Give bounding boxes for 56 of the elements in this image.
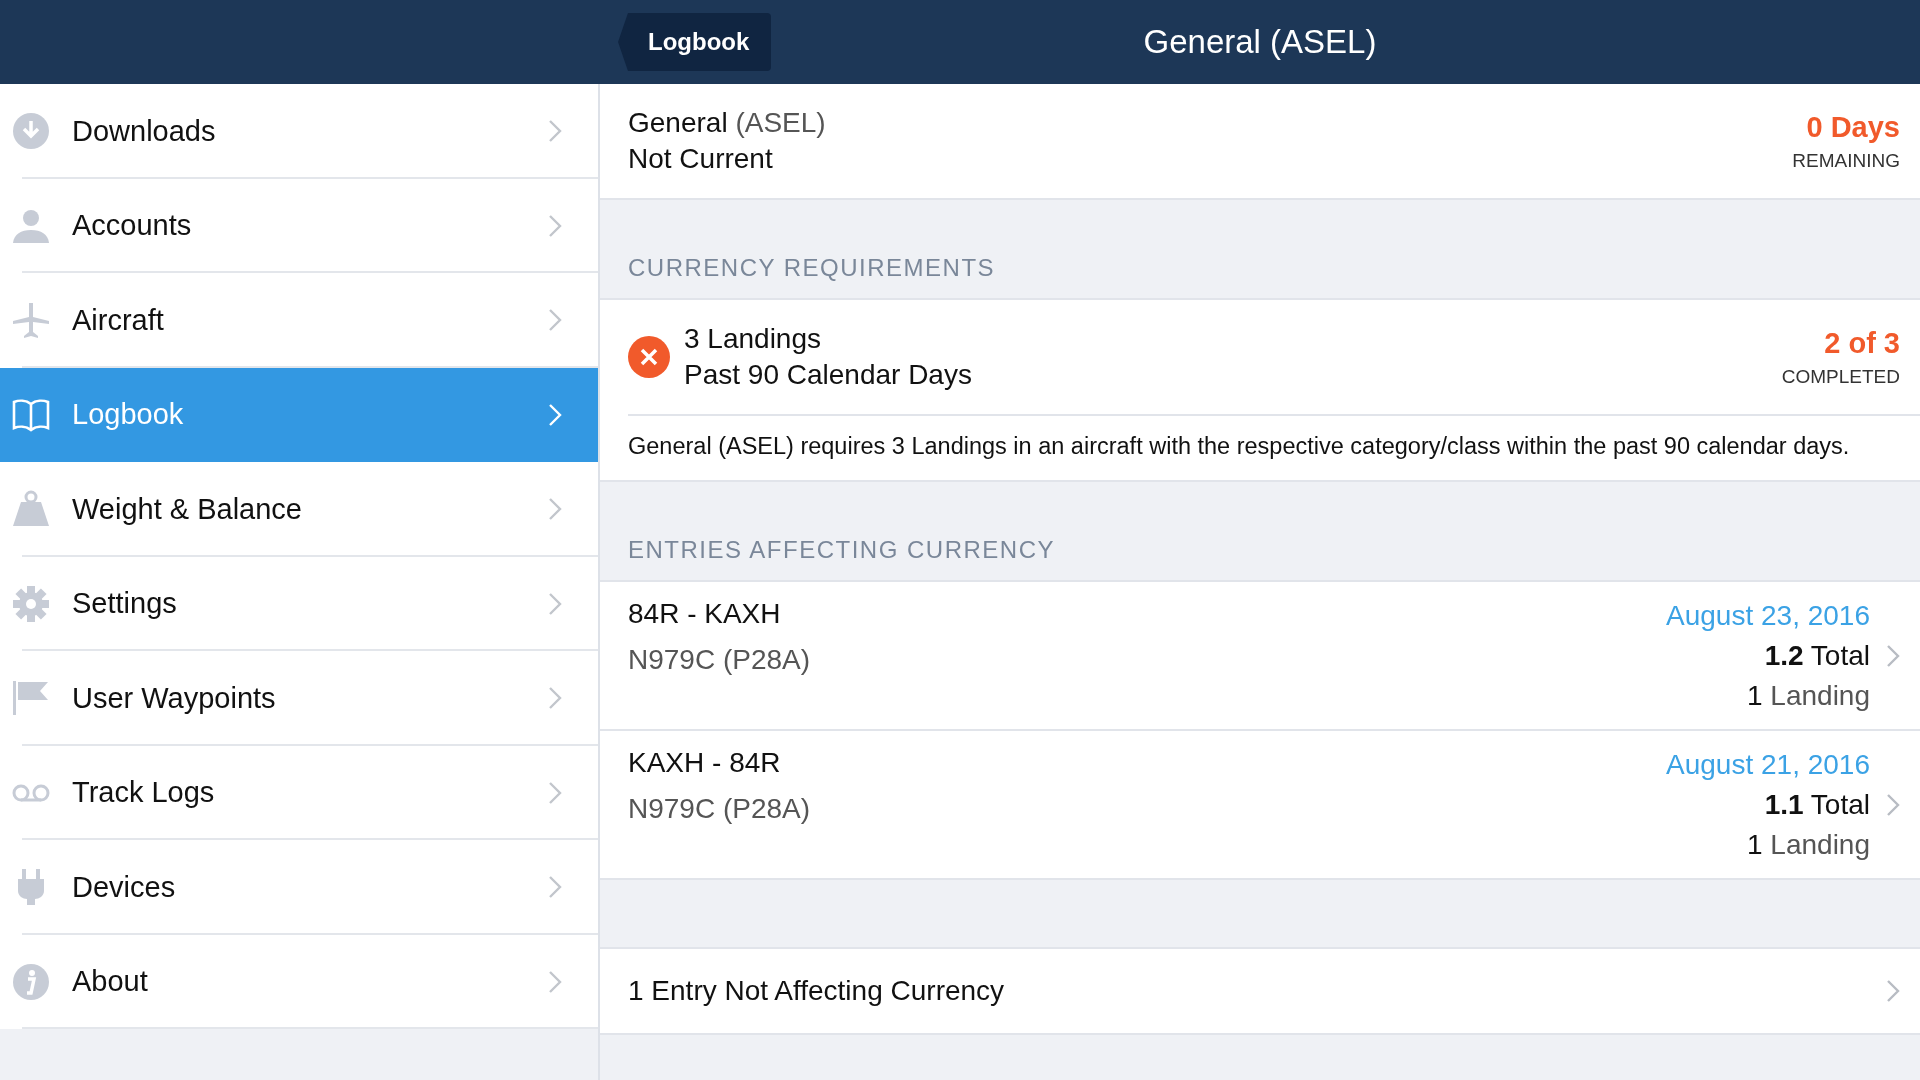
menu-item[interactable]: Accounts	[0, 178, 598, 273]
screen-title: General (ASEL)	[1143, 23, 1377, 61]
completed-label: COMPLETED	[1781, 365, 1900, 388]
chevron-icon	[548, 497, 562, 522]
section-header: ENTRIES AFFECTING CURRENCY	[627, 535, 1057, 565]
entries-row[interactable]: 1 Entry Not Affecting Currency	[600, 947, 1920, 1035]
remaining-label: REMAINING	[1792, 149, 1900, 172]
menu-item[interactable]: About	[0, 934, 598, 1029]
download-icon	[12, 112, 50, 151]
chevron-icon	[548, 875, 562, 900]
menu-item[interactable]: Downloads	[0, 84, 598, 179]
entry-route: KAXH - 84R	[628, 747, 782, 779]
logbook-entry[interactable]: KAXH - 84R N979C (P28A) August 21, 2016 1.1 Total 1 Landing	[600, 731, 1920, 880]
entry-landings: 1 Landing	[1747, 679, 1870, 712]
entry-aircraft: N979C (P28A)	[628, 644, 812, 676]
menu-item[interactable]: Aircraft	[0, 273, 598, 368]
chevron-icon	[548, 402, 562, 427]
days-remaining: 0 Days	[1806, 110, 1900, 144]
requirement-period: Past 90 Calendar Days	[684, 359, 973, 391]
settings-icon	[12, 584, 50, 623]
menu-item[interactable]: Settings	[0, 556, 598, 651]
airplane-icon	[12, 301, 50, 340]
flag-icon	[12, 679, 50, 718]
chevron-icon	[548, 119, 562, 144]
menu-item[interactable]: Track Logs	[0, 745, 598, 840]
menu-item[interactable]: Devices	[0, 840, 598, 935]
info-icon	[12, 962, 50, 1001]
currency-status: Not Current	[628, 143, 774, 175]
requirement-title: 3 Landings	[684, 323, 822, 355]
entry-date: August 23, 2016	[1666, 599, 1870, 632]
menu-item[interactable]: User Waypoints	[0, 651, 598, 746]
chevron-icon	[1886, 643, 1900, 668]
entry-total: 1.2 Total	[1764, 639, 1870, 672]
chevron-icon	[548, 213, 562, 238]
entry-total: 1.1 Total	[1764, 788, 1870, 821]
entry-date: August 21, 2016	[1666, 748, 1870, 781]
book-icon	[12, 397, 50, 432]
entry-aircraft: N979C (P28A)	[628, 793, 812, 825]
menu-item[interactable]: Weight & Balance	[0, 462, 598, 557]
chevron-icon	[548, 686, 562, 711]
logbook-entry[interactable]: 84R - KAXH N979C (P28A) August 23, 2016 1.2 Total 1 Landing	[600, 580, 1920, 731]
chevron-icon	[548, 969, 562, 994]
back-button[interactable]: Logbook	[618, 13, 772, 71]
requirement-description: General (ASEL) requires 3 Landings in an aircraft with the respective category/class within the past 90 calendar days.	[600, 414, 1920, 482]
chevron-icon	[1886, 792, 1900, 817]
chevron-icon	[1886, 979, 1900, 1003]
chevron-icon	[548, 780, 562, 805]
currency-name: General (ASEL)	[628, 107, 827, 139]
section-header: CURRENCY REQUIREMENTS	[627, 253, 997, 283]
chevron-icon	[548, 591, 562, 616]
entry-landings: 1 Landing	[1747, 828, 1870, 861]
chevron-icon	[548, 308, 562, 333]
weight-icon	[12, 490, 50, 529]
plug-icon	[16, 868, 46, 907]
entry-route: 84R - KAXH	[628, 598, 782, 630]
progress-count: 2 of 3	[1824, 326, 1900, 360]
